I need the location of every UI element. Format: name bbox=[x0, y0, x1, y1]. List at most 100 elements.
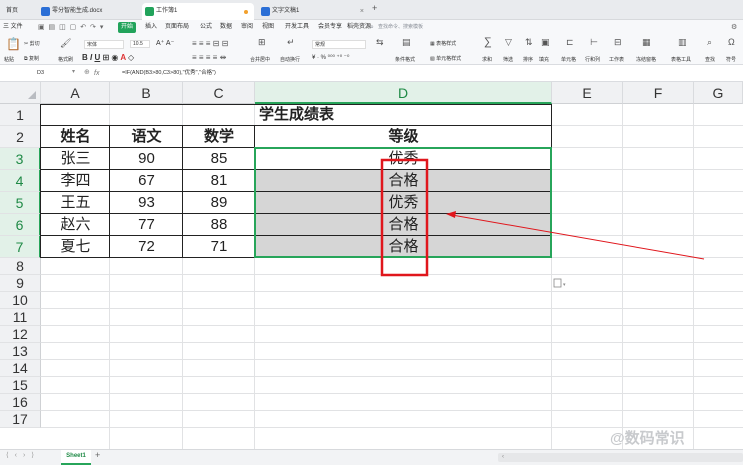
sum-button[interactable]: 求和 bbox=[482, 56, 492, 63]
font-grow-shrink-icons[interactable]: A⁺ A⁻ bbox=[156, 39, 174, 47]
sort-button[interactable]: 排序 bbox=[523, 56, 533, 63]
menu-review[interactable]: 审阅 bbox=[241, 20, 253, 35]
merge-center-button[interactable]: 合并居中 bbox=[250, 56, 270, 63]
number-format-select[interactable]: 常规 bbox=[312, 40, 366, 49]
cut-button[interactable]: ✂ 剪切 bbox=[24, 40, 40, 47]
type-convert-icon[interactable]: ⇆ bbox=[376, 37, 384, 48]
title-bar: 首页 零分智能生成.docx 工作簿1 文字文稿1 × + bbox=[0, 0, 743, 20]
format-painter-icon[interactable]: 🖌 bbox=[60, 38, 71, 49]
wrap-text-button[interactable]: 自动换行 bbox=[280, 56, 300, 63]
row-col-icon[interactable]: ⊢ bbox=[590, 37, 598, 48]
symbol-button[interactable]: 符号 bbox=[726, 56, 736, 63]
fx-icon[interactable]: fx bbox=[94, 67, 99, 80]
font-size-select[interactable]: 10.5 bbox=[130, 40, 150, 48]
menu-developer[interactable]: 开发工具 bbox=[285, 20, 309, 35]
tab-doc1-label: 零分智能生成.docx bbox=[52, 8, 103, 14]
doc-icon bbox=[41, 7, 50, 16]
cell-style-label: 单元格样式 bbox=[436, 56, 462, 62]
menu-page-layout[interactable]: 页面布局 bbox=[165, 20, 189, 35]
filter-icon[interactable]: ▽ bbox=[505, 37, 512, 48]
wrap-text-icon[interactable]: ↵ bbox=[287, 37, 295, 48]
merge-center-icon[interactable]: ⊞ bbox=[258, 37, 266, 48]
unsaved-dot-icon bbox=[244, 10, 248, 14]
copy-button[interactable]: ⧉ 复制 bbox=[24, 55, 39, 62]
align-buttons-bottom[interactable]: ≡ ≡ ≡ ≡ ⇹ bbox=[192, 53, 226, 62]
number-format-buttons[interactable]: ¥ · % ⁰⁰⁰ ⁺⁰ ⁻⁰ bbox=[312, 54, 349, 61]
search-icon: ⌕ bbox=[370, 24, 374, 31]
symbol-icon[interactable]: Ω bbox=[728, 37, 735, 47]
quick-access-icons[interactable]: ▣ ▤ ◫ ▢ ↶ ↷ ▾ bbox=[38, 23, 104, 32]
close-icon[interactable]: × bbox=[360, 3, 364, 20]
add-sheet-button[interactable]: + bbox=[95, 450, 100, 460]
menu-data[interactable]: 数据 bbox=[220, 20, 232, 35]
cell-style-button[interactable]: ▧ 单元格样式 bbox=[430, 55, 461, 62]
tab-doc2[interactable]: 文字文稿1 × bbox=[258, 3, 368, 20]
table-tools-icon[interactable]: ▥ bbox=[678, 37, 687, 48]
menu-member[interactable]: 会员专享 bbox=[318, 20, 342, 35]
paste-button[interactable]: 粘贴 bbox=[4, 56, 14, 63]
font-style-buttons[interactable]: B I U ⊞ ◉ A ◇ bbox=[82, 53, 134, 62]
svg-text:▾: ▾ bbox=[563, 282, 566, 288]
zoom-icon[interactable]: ⊕ bbox=[84, 68, 90, 76]
find-button[interactable]: 查找 bbox=[705, 56, 715, 63]
cell-icon[interactable]: ⊏ bbox=[566, 37, 574, 48]
conditional-format-icon[interactable]: ▤ bbox=[402, 37, 411, 48]
fill-icon[interactable]: ▣ bbox=[541, 37, 550, 48]
command-search-input[interactable]: ⌕ 查找命令、搜索模板 bbox=[368, 22, 434, 33]
font-name-select[interactable]: 宋体 bbox=[84, 40, 124, 49]
find-icon[interactable]: ⌕ bbox=[707, 37, 712, 48]
format-painter-button[interactable]: 格式刷 bbox=[58, 56, 73, 63]
spreadsheet-app: 首页 零分智能生成.docx 工作簿1 文字文稿1 × + 三 文件 ▣ ▤ ◫… bbox=[0, 0, 743, 465]
copy-label: 复制 bbox=[28, 56, 39, 62]
sort-icon[interactable]: ⇅ bbox=[525, 37, 533, 48]
horizontal-scrollbar[interactable]: ‹ bbox=[498, 453, 743, 462]
formula-input[interactable]: =IF(AND(B3>80,C3>80),"优秀","合格") bbox=[122, 67, 216, 80]
table-tools-button[interactable]: 表格工具 bbox=[671, 56, 691, 63]
doc-icon bbox=[261, 7, 270, 16]
menu-insert[interactable]: 插入 bbox=[145, 20, 157, 35]
ribbon-toolbar: 📋 粘贴 ✂ 剪切 ⧉ 复制 🖌 格式刷 宋体 10.5 A⁺ A⁻ B I U… bbox=[0, 35, 743, 65]
row-col-button[interactable]: 行和列 bbox=[585, 56, 600, 63]
red-arrow-line bbox=[451, 214, 705, 260]
sheet-nav-arrows[interactable]: ⟨ ‹ › ⟩ bbox=[6, 451, 36, 459]
tab-doc1[interactable]: 零分智能生成.docx bbox=[38, 3, 136, 20]
menu-view[interactable]: 视图 bbox=[262, 20, 274, 35]
red-highlight-box bbox=[380, 158, 429, 277]
tab-home[interactable]: 首页 bbox=[2, 3, 30, 20]
sum-icon[interactable]: ∑ bbox=[484, 36, 492, 48]
scroll-left-icon[interactable]: ‹ bbox=[502, 454, 504, 461]
freeze-button[interactable]: 冻结窗格 bbox=[636, 56, 656, 63]
menu-file[interactable]: 三 文件 bbox=[3, 20, 23, 35]
conditional-format-button[interactable]: 条件格式 bbox=[395, 56, 415, 63]
name-box-dropdown-icon[interactable]: ▾ bbox=[72, 68, 75, 75]
red-arrow-head bbox=[446, 211, 456, 218]
align-buttons-top[interactable]: ≡ ≡ ≡ ⊟ ⊟ bbox=[192, 39, 228, 48]
tab-workbook1-label: 工作簿1 bbox=[156, 8, 178, 14]
tab-doc2-label: 文字文稿1 bbox=[272, 8, 300, 14]
status-bar: ⟨ ‹ › ⟩ Sheet1 + ‹ bbox=[0, 449, 743, 465]
settings-icon[interactable]: ⚙ bbox=[731, 20, 737, 35]
spreadsheet-grid[interactable]: ABCDEFG 1 2 3 4 5 6 7 8 9 10 11 12 13 14 15 16 17 学生成绩表姓… bbox=[0, 82, 743, 449]
annotation-overlay: ▾ bbox=[380, 158, 705, 288]
sheet-tab-sheet1[interactable]: Sheet1 bbox=[61, 450, 91, 465]
fill-button[interactable]: 填充 bbox=[539, 56, 549, 63]
freeze-icon[interactable]: ▦ bbox=[642, 37, 651, 48]
worksheet-button[interactable]: 工作表 bbox=[609, 56, 624, 63]
table-style-label: 表格样式 bbox=[436, 41, 457, 47]
search-placeholder: 查找命令、搜索模板 bbox=[378, 24, 424, 30]
tab-workbook1[interactable]: 工作簿1 bbox=[142, 3, 254, 20]
worksheet-icon[interactable]: ⊟ bbox=[614, 37, 622, 48]
filter-button[interactable]: 筛选 bbox=[503, 56, 513, 63]
cell-button[interactable]: 单元格 bbox=[561, 56, 576, 63]
menu-formula[interactable]: 公式 bbox=[200, 20, 212, 35]
name-box[interactable]: D3 bbox=[5, 68, 75, 79]
menu-start[interactable]: 开始 bbox=[118, 22, 137, 33]
spreadsheet-icon bbox=[145, 7, 154, 16]
paste-icon[interactable]: 📋 bbox=[6, 37, 21, 51]
formula-bar: D3 ▾ ⊕ fx =IF(AND(B3>80,C3>80),"优秀","合格"… bbox=[0, 65, 743, 82]
new-tab-button[interactable]: + bbox=[372, 3, 377, 13]
tab-home-label: 首页 bbox=[6, 8, 19, 14]
paste-options-icon[interactable]: ▾ bbox=[553, 278, 566, 288]
watermark-text: @数码常识 bbox=[610, 430, 685, 447]
table-style-button[interactable]: ▦ 表格样式 bbox=[430, 40, 456, 47]
